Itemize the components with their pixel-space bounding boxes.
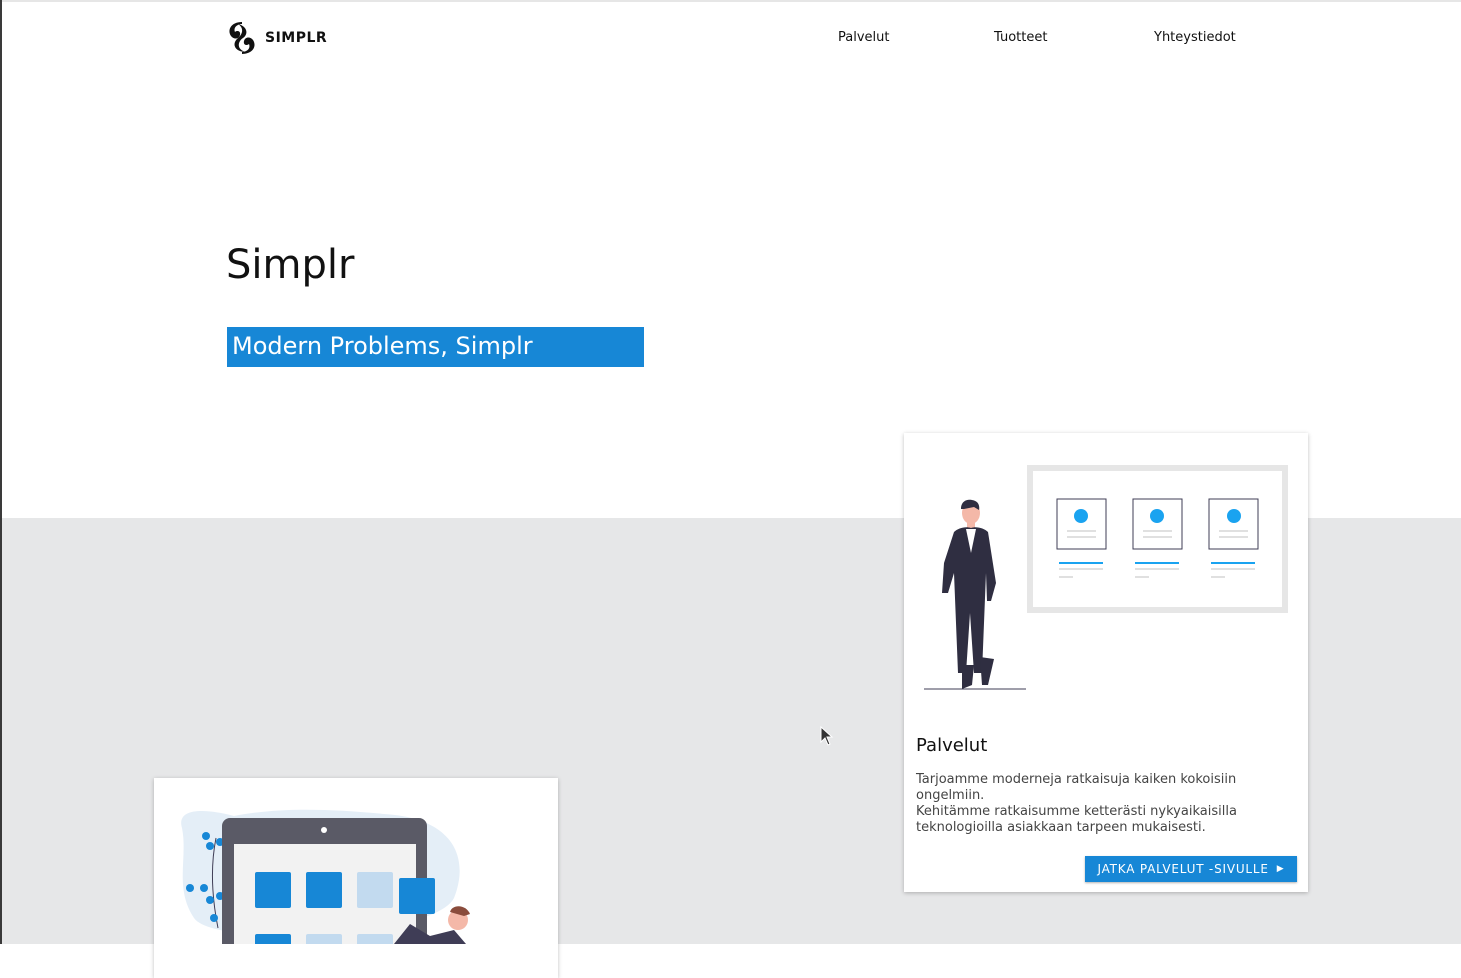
- services-card-title: Palvelut: [916, 735, 988, 756]
- products-illustration: [181, 809, 470, 944]
- hero-tagline: Modern Problems, Simplr Solutions: [227, 327, 644, 398]
- simplr-logo-icon: [229, 22, 255, 54]
- logo-wordmark: SIMPLR: [265, 30, 328, 46]
- products-card: [154, 778, 558, 978]
- site-header: SIMPLR Palvelut Tuotteet Yhteystiedot: [0, 0, 1461, 80]
- services-card-text: Tarjoamme moderneja ratkaisuja kaiken ko…: [916, 772, 1237, 803]
- continue-button-label: JATKA PALVELUT -SIVULLE: [1097, 862, 1269, 876]
- play-arrow-icon: ▶: [1276, 864, 1285, 874]
- nav-link-tuotteet[interactable]: Tuotteet: [994, 30, 1047, 45]
- hero-title: Simplr: [226, 242, 355, 288]
- services-card-text-2: Kehitämme ratkaisumme ketterästi nykyaik…: [916, 804, 1237, 835]
- services-card: Palvelut Tarjoamme moderneja ratkaisuja …: [904, 433, 1308, 892]
- nav-link-yhteystiedot[interactable]: Yhteystiedot: [1154, 30, 1236, 45]
- nav-link-palvelut[interactable]: Palvelut: [838, 30, 889, 45]
- site-logo[interactable]: SIMPLR: [225, 20, 327, 56]
- mouse-cursor-icon: [820, 726, 834, 746]
- services-illustration: [924, 465, 1288, 690]
- businessman-icon: [942, 499, 996, 689]
- continue-to-services-button[interactable]: JATKA PALVELUT -SIVULLE ▶: [1085, 856, 1297, 882]
